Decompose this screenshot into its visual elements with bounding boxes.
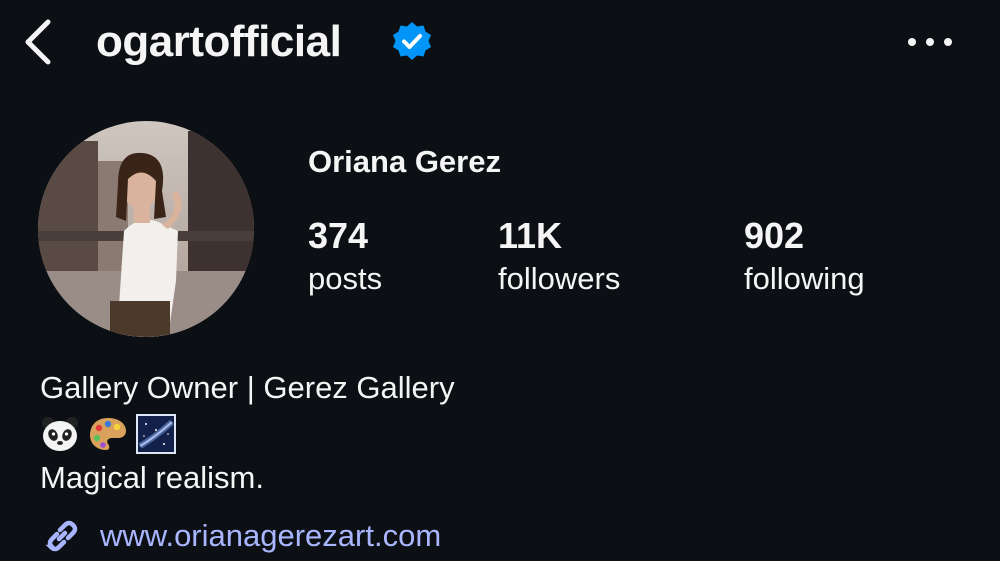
- panda-emoji-icon: [42, 417, 78, 451]
- following-stat[interactable]: 902 following: [744, 214, 865, 300]
- back-button[interactable]: [18, 16, 58, 68]
- posts-stat[interactable]: 374 posts: [308, 214, 382, 300]
- profile-header: ogartofficial: [0, 0, 1000, 90]
- website-url[interactable]: www.orianagerezart.com: [100, 516, 441, 556]
- avatar-photo: [38, 121, 254, 337]
- more-options-button[interactable]: [904, 30, 956, 54]
- bio-line-1: Gallery Owner | Gerez Gallery: [40, 370, 455, 405]
- bio-line-2: Magical realism.: [40, 460, 264, 495]
- bio-emojis: [40, 414, 176, 454]
- posts-label: posts: [308, 261, 383, 296]
- chevron-left-icon: [25, 19, 51, 65]
- milky-way-emoji-icon: [136, 414, 176, 454]
- profile-username: ogartofficial: [96, 17, 342, 66]
- link-icon: [45, 520, 78, 552]
- followers-count: 11K: [498, 215, 563, 256]
- posts-count: 374: [308, 215, 369, 256]
- followers-label: followers: [498, 261, 621, 296]
- profile-website-link[interactable]: www.orianagerezart.com: [40, 514, 441, 558]
- following-label: following: [744, 261, 865, 296]
- followers-stat[interactable]: 11K followers: [498, 214, 620, 300]
- following-count: 902: [744, 215, 805, 256]
- profile-full-name: Oriana Gerez: [308, 144, 501, 179]
- artist-palette-emoji-icon: [90, 418, 126, 450]
- more-horizontal-icon: [908, 38, 952, 46]
- verified-badge-icon: [393, 22, 431, 60]
- profile-avatar[interactable]: [38, 121, 254, 337]
